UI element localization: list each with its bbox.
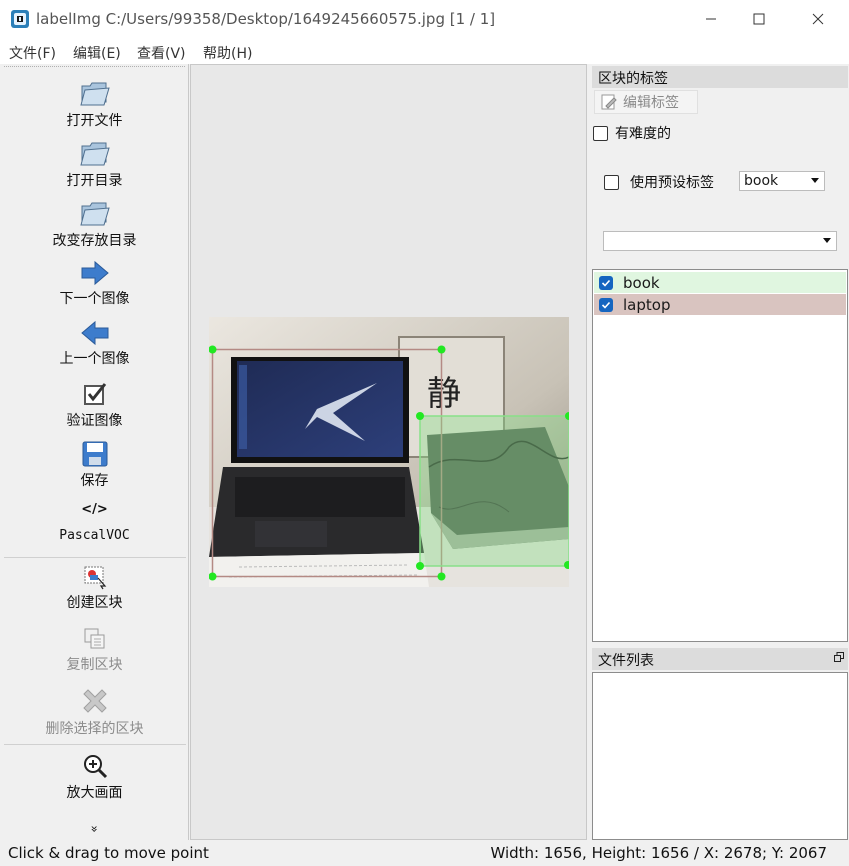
right-dock: 区块的标签 编辑标签 有难度的 使用预设标签 book book laptop … xyxy=(588,64,849,840)
toolbar-separator xyxy=(4,557,186,558)
title-bar: labelImg C:/Users/99358/Desktop/16492456… xyxy=(0,0,849,38)
vertex-handle[interactable] xyxy=(416,562,424,570)
verify-image-label: 验证图像 xyxy=(66,413,123,429)
edit-label-text: 编辑标签 xyxy=(623,95,679,111)
status-message: Click & drag to move point xyxy=(8,844,209,862)
format-label: PascalVOC xyxy=(59,528,130,543)
photo-content: 静 xyxy=(209,317,569,587)
checkbox-checked-icon[interactable] xyxy=(599,275,613,290)
file-list[interactable] xyxy=(592,672,848,840)
annotated-photo[interactable]: 静 xyxy=(209,317,569,587)
checkbox-checked-icon[interactable] xyxy=(599,297,613,312)
prev-image-label: 上一个图像 xyxy=(59,351,130,367)
difficult-checkbox-row[interactable]: 有难度的 xyxy=(593,123,671,143)
menu-edit[interactable]: 编辑(E) xyxy=(73,43,121,63)
use-default-label-checkbox[interactable] xyxy=(604,174,619,190)
vertex-handle[interactable] xyxy=(416,412,424,420)
chevron-down-icon xyxy=(811,178,819,183)
checkbox-checked-icon xyxy=(83,383,106,405)
toolbar-grip xyxy=(4,66,185,67)
edit-pencil-icon xyxy=(601,94,617,110)
file-list-title: 文件列表 xyxy=(592,648,848,670)
zoom-in-icon xyxy=(83,755,107,779)
arrow-right-icon xyxy=(81,260,109,286)
maximize-button[interactable] xyxy=(736,0,782,38)
floppy-save-icon xyxy=(82,441,107,467)
status-bar: Click & drag to move point Width: 1656, … xyxy=(0,840,849,866)
image-canvas[interactable]: 静 xyxy=(190,64,587,840)
maximize-icon xyxy=(753,13,765,25)
use-default-label-text: 使用预设标签 xyxy=(630,175,714,191)
label-item-text: book xyxy=(623,273,660,292)
change-save-dir-button[interactable]: 改变存放目录 xyxy=(0,198,189,250)
left-toolbar: 打开文件 打开目录 改变存放目录 下一个图像 上一个图像 验证图像 保存 </>… xyxy=(0,64,189,840)
vertex-handle[interactable] xyxy=(437,345,446,354)
menu-view[interactable]: 查看(V) xyxy=(137,43,186,63)
use-default-label-row[interactable]: 使用预设标签 xyxy=(604,172,714,192)
format-pascalvoc-button[interactable]: </> PascalVOC xyxy=(0,502,189,543)
code-format-icon: </> xyxy=(81,502,108,517)
save-label: 保存 xyxy=(80,473,109,489)
file-list-title-text: 文件列表 xyxy=(598,653,654,669)
folder-open-icon xyxy=(79,82,110,106)
menu-file[interactable]: 文件(F) xyxy=(9,43,56,63)
delete-box-button[interactable]: 删除选择的区块 xyxy=(0,686,189,738)
toolbar-separator xyxy=(4,744,186,745)
label-list[interactable]: book laptop xyxy=(592,269,848,642)
prev-image-button[interactable]: 上一个图像 xyxy=(0,320,189,368)
label-item-laptop[interactable]: laptop xyxy=(594,294,846,315)
dock-float-icon[interactable] xyxy=(834,652,844,662)
default-label-value: book xyxy=(744,173,779,189)
open-dir-button[interactable]: 打开目录 xyxy=(0,138,189,190)
edit-label-button[interactable]: 编辑标签 xyxy=(594,90,698,114)
arrow-left-icon xyxy=(80,320,108,346)
minimize-button[interactable] xyxy=(688,0,734,38)
create-box-label: 创建区块 xyxy=(66,595,123,611)
folder-open-icon xyxy=(79,142,110,166)
open-file-label: 打开文件 xyxy=(66,113,123,129)
chevron-double-down-icon: » xyxy=(87,825,102,833)
label-filter-combo[interactable] xyxy=(603,231,837,251)
next-image-label: 下一个图像 xyxy=(59,291,130,307)
duplicate-box-button[interactable]: 复制区块 xyxy=(0,626,189,674)
zoom-in-label: 放大画面 xyxy=(66,785,123,801)
next-image-button[interactable]: 下一个图像 xyxy=(0,260,189,308)
default-label-combo[interactable]: book xyxy=(739,171,825,191)
create-box-icon xyxy=(84,566,106,590)
delete-x-icon xyxy=(82,689,107,713)
status-info: Width: 1656, Height: 1656 / X: 2678; Y: … xyxy=(490,844,827,862)
book-box[interactable] xyxy=(419,415,569,567)
create-box-button[interactable]: 创建区块 xyxy=(0,564,189,612)
labelimg-app-icon xyxy=(11,10,29,28)
minimize-icon xyxy=(706,18,716,20)
menu-bar: 文件(F) 编辑(E) 查看(V) 帮助(H) xyxy=(0,38,849,64)
change-save-dir-label: 改变存放目录 xyxy=(52,233,137,249)
calligraphy-glyph: 静 xyxy=(427,374,461,414)
vertex-handle[interactable] xyxy=(437,572,446,581)
duplicate-icon xyxy=(84,628,104,649)
close-icon xyxy=(812,13,824,25)
label-item-text: laptop xyxy=(623,295,671,314)
open-dir-label: 打开目录 xyxy=(66,173,123,189)
window-title: labelImg C:/Users/99358/Desktop/16492456… xyxy=(36,10,496,28)
difficult-checkbox[interactable] xyxy=(593,125,608,141)
zoom-in-button[interactable]: 放大画面 xyxy=(0,752,189,802)
label-item-book[interactable]: book xyxy=(594,272,846,293)
close-button[interactable] xyxy=(795,0,841,38)
open-file-button[interactable]: 打开文件 xyxy=(0,78,189,130)
menu-help[interactable]: 帮助(H) xyxy=(203,43,252,63)
duplicate-box-label: 复制区块 xyxy=(66,657,123,673)
save-button[interactable]: 保存 xyxy=(0,440,189,490)
folder-open-icon xyxy=(79,202,110,226)
verify-image-button[interactable]: 验证图像 xyxy=(0,380,189,430)
chevron-down-icon xyxy=(823,238,831,243)
box-labels-title: 区块的标签 xyxy=(592,66,848,88)
difficult-label: 有难度的 xyxy=(615,126,671,142)
toolbar-extension-button[interactable]: » xyxy=(0,820,189,836)
delete-box-label: 删除选择的区块 xyxy=(45,721,144,737)
